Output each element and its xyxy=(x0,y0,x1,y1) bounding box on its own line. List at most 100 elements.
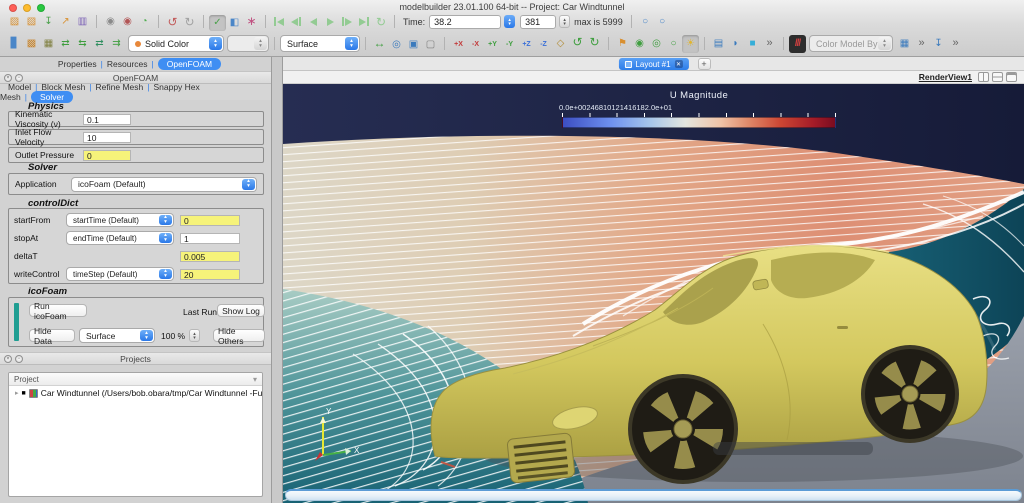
zoom-to-data-icon[interactable]: ◎ xyxy=(388,36,405,54)
writecontrol-select[interactable]: timeStep (Default)▴▾ xyxy=(66,267,174,281)
time-input[interactable]: 38.2 xyxy=(429,15,501,29)
representation-select[interactable]: Surface ▴▾ xyxy=(280,35,360,52)
split-horizontal-icon[interactable] xyxy=(978,72,989,82)
run-icofoam-button[interactable]: Run icoFoam xyxy=(29,304,87,317)
zoom-closest-icon[interactable]: ▣ xyxy=(405,36,422,54)
next-frame-button[interactable] xyxy=(339,14,355,29)
loop-button[interactable]: ↻ xyxy=(373,14,389,29)
set-view-plus-z-button[interactable]: +Z xyxy=(518,36,535,54)
screenshot-icon[interactable]: ◉ xyxy=(102,14,119,30)
time-stepper[interactable]: ▴▾ xyxy=(504,15,515,28)
open-folder-icon[interactable]: ▨ xyxy=(6,14,23,30)
outlet-pressure-input[interactable]: 0 xyxy=(83,150,131,161)
rotate-90-cw-button[interactable]: ↻ xyxy=(586,33,603,51)
auto-apply-icon[interactable]: ✓ xyxy=(209,15,226,31)
use-separate-color-map-icon[interactable]: ▦ xyxy=(40,35,57,53)
frame-stepper[interactable]: ▴▾ xyxy=(559,15,570,28)
redo-icon[interactable]: ↻ xyxy=(181,14,198,30)
color-by-select[interactable]: Solid Color ▴▾ xyxy=(128,35,224,52)
dock-float-icon[interactable]: ▫ xyxy=(15,74,23,82)
dock-float-icon[interactable]: ▫ xyxy=(15,355,23,363)
more-tools-chevron-1[interactable]: » xyxy=(761,34,778,52)
set-view-minus-x-button[interactable]: -X xyxy=(467,36,484,54)
frame-input[interactable]: 381 xyxy=(520,15,556,29)
import-data-icon[interactable]: ↧ xyxy=(40,14,57,30)
tab-resources[interactable]: Resources xyxy=(107,59,148,69)
rescale-temporal-range-icon[interactable]: ⇄ xyxy=(91,35,108,53)
tab-properties[interactable]: Properties xyxy=(58,59,97,69)
timer-icon[interactable]: ◔ xyxy=(136,14,153,30)
toggle-color-legend-icon[interactable]: ▊ xyxy=(6,35,23,53)
previous-frame-button[interactable] xyxy=(288,14,304,29)
opacity-stepper[interactable]: ▴▾ xyxy=(189,329,200,342)
kinematic-viscosity-input[interactable]: 0.1 xyxy=(83,114,131,125)
color-legend[interactable]: U Magnitude 0.0e+00246810121416182.0e+01 xyxy=(559,90,839,128)
cube-icon[interactable]: ■ xyxy=(744,35,761,53)
set-view-plus-y-button[interactable]: +Y xyxy=(484,36,501,54)
stopat-select[interactable]: endTime (Default)▴▾ xyxy=(66,231,174,245)
rotate-90-ccw-button[interactable]: ↺ xyxy=(569,33,586,51)
writecontrol-input[interactable]: 20 xyxy=(180,269,240,280)
new-layout-tab-button[interactable]: + xyxy=(698,58,711,70)
show-center-axes-icon[interactable]: ◎ xyxy=(648,35,665,53)
cone-sphere-icon[interactable]: ◗ xyxy=(727,35,744,53)
more-tools-chevron-3[interactable]: » xyxy=(947,34,964,52)
isometric-view-button[interactable]: ◇ xyxy=(552,35,569,53)
startfrom-select[interactable]: startTime (Default)▴▾ xyxy=(66,213,174,227)
set-view-plus-x-button[interactable]: +X xyxy=(450,36,467,54)
opacity-value[interactable]: 100 % xyxy=(161,331,185,341)
dock-close-icon[interactable]: × xyxy=(4,355,12,363)
record-animation-icon[interactable]: ◉ xyxy=(119,14,136,30)
rescale-custom-range-icon[interactable]: ⇆ xyxy=(74,35,91,53)
adjust-camera-icon[interactable]: ⚑ xyxy=(614,35,631,53)
panel-splitter[interactable] xyxy=(272,57,283,503)
hide-data-button[interactable]: Hide Data xyxy=(29,329,75,342)
zoom-box-icon[interactable]: ▢ xyxy=(422,36,439,54)
last-frame-button[interactable] xyxy=(356,14,372,29)
reset-camera-icon[interactable]: ↔ xyxy=(371,34,388,52)
edit-color-map-icon[interactable]: ▩ xyxy=(23,35,40,53)
color-map-editor-icon[interactable]: /// xyxy=(789,35,806,53)
inlet-flow-velocity-input[interactable]: 10 xyxy=(83,132,131,143)
set-view-minus-y-button[interactable]: -Y xyxy=(501,36,518,54)
layout-tab[interactable]: Layout #1 ✕ xyxy=(618,58,688,70)
rescale-to-data-range-icon[interactable]: ⇄ xyxy=(57,35,74,53)
expander-icon[interactable]: ▸ xyxy=(15,389,19,397)
tab-openfoam[interactable]: OpenFOAM xyxy=(158,58,221,70)
more-tools-chevron-2[interactable]: » xyxy=(913,34,930,52)
project-item[interactable]: ▸ ■ Car Windtunnel (/Users/bob.obara/tmp… xyxy=(9,386,262,398)
set-view-minus-z-button[interactable]: -Z xyxy=(535,36,552,54)
export-data-icon[interactable]: ↗ xyxy=(57,14,74,30)
horizontal-scrollbar[interactable] xyxy=(285,489,1022,501)
maximize-view-icon[interactable] xyxy=(1006,72,1017,82)
save-data-icon[interactable]: ▧ xyxy=(23,14,40,30)
play-reverse-button[interactable] xyxy=(305,14,321,29)
play-button[interactable] xyxy=(322,14,338,29)
view-name-label[interactable]: RenderView1 xyxy=(919,72,972,82)
close-tab-icon[interactable]: ✕ xyxy=(675,60,683,68)
paint-bucket-icon[interactable]: ◧ xyxy=(226,15,243,31)
palette-icon[interactable]: ∗ xyxy=(243,13,260,29)
stopat-input[interactable]: 1 xyxy=(180,233,240,244)
projects-tree-header[interactable]: Project ▾ xyxy=(9,373,262,386)
undo-icon[interactable]: ↺ xyxy=(164,14,181,30)
show-log-button[interactable]: Show Log xyxy=(217,304,265,317)
hide-others-button[interactable]: Hide Others xyxy=(213,329,265,342)
time-zoom-in-icon[interactable]: ○ xyxy=(637,14,654,30)
edit-charts-icon[interactable]: ▥ xyxy=(74,14,91,30)
headlight-icon[interactable]: ☀ xyxy=(682,35,699,53)
rescale-visible-range-icon[interactable]: ⇉ xyxy=(108,35,125,53)
probe-location-icon[interactable]: ↧ xyxy=(930,35,947,53)
first-frame-button[interactable] xyxy=(271,14,287,29)
show-orientation-axes-icon[interactable]: ◉ xyxy=(631,35,648,53)
deltat-input[interactable]: 0.005 xyxy=(180,251,240,262)
pick-center-icon[interactable]: ○ xyxy=(665,35,682,53)
application-select[interactable]: icoFoam (Default) ▴▾ xyxy=(71,177,257,192)
split-vertical-icon[interactable] xyxy=(992,72,1003,82)
startfrom-input[interactable]: 0 xyxy=(180,215,240,226)
dock-close-icon[interactable]: × xyxy=(4,74,12,82)
time-zoom-out-icon[interactable]: ○ xyxy=(654,14,671,30)
data-layers-icon[interactable]: ▤ xyxy=(710,35,727,53)
icofoam-representation-select[interactable]: Surface ▴▾ xyxy=(79,328,155,343)
render-view[interactable]: U Magnitude 0.0e+00246810121416182.0e+01… xyxy=(283,84,1024,503)
